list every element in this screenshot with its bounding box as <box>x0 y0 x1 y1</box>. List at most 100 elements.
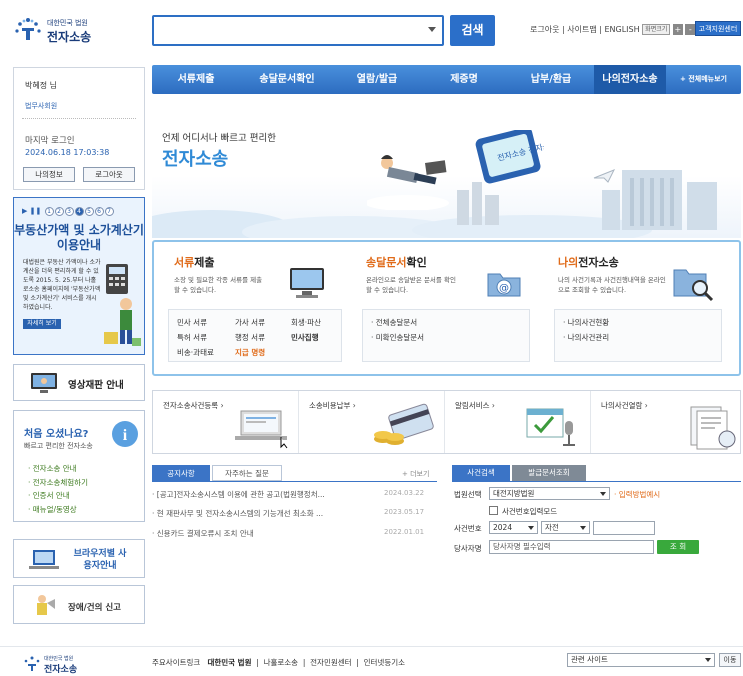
notice-row[interactable]: · 신용카드 결제오류시 조치 안내 2022.01.01 <box>152 528 437 542</box>
notice-title: · 신용카드 결제오류시 조치 안내 <box>152 529 254 538</box>
footer-link-civil[interactable]: 전자민원센터 <box>310 658 351 667</box>
link-certificate-guide[interactable]: 인증서 안내 <box>28 489 88 503</box>
banner-desc: 대법원은 부동산 가액이나 소가 계산을 더욱 편리하게 할 수 있도록 201… <box>23 259 101 311</box>
card-notification[interactable]: 알림서비스 › <box>445 391 591 453</box>
banner-page[interactable]: 5 <box>84 207 94 216</box>
last-login-label: 마지막 로그인 <box>25 136 75 146</box>
nav-item-delivery[interactable]: 송달문서확인 <box>240 65 334 94</box>
filing-civil[interactable]: 민사 서류 <box>177 317 207 328</box>
browser-guide-link[interactable]: 브라우저별 사용자안내 <box>13 539 145 578</box>
footer-link-court[interactable]: 대한민국 법원 <box>207 658 251 667</box>
service-filing[interactable]: 서류제출 소장 및 필요한 각종 서류를 제출할 수 있습니다. <box>174 254 294 295</box>
nav-item-view-issue[interactable]: 열람/발급 <box>334 65 420 94</box>
nav-item-certificate[interactable]: 제증명 <box>420 65 508 94</box>
court-select[interactable]: 대전지방법원 <box>489 487 610 500</box>
banner-page[interactable]: 7 <box>104 207 114 216</box>
banner-page[interactable]: 2 <box>54 207 64 216</box>
top-links: 로그아웃 | 사이트맵 | ENGLISH 화면크기 + - <box>530 24 696 35</box>
link-esuit-guide[interactable]: 전자소송 안내 <box>28 462 88 476</box>
case-number-input[interactable] <box>593 521 655 535</box>
footer-link-registry[interactable]: 인터넷등기소 <box>364 658 405 667</box>
help-center-button[interactable]: 고객지원센터 <box>695 21 741 36</box>
filing-title: 서류제출 <box>174 256 215 269</box>
banner-more-button[interactable]: 자세히 보기 <box>23 319 61 329</box>
input-method-link[interactable]: · 입력방법예시 <box>614 489 660 500</box>
nav-item-filing[interactable]: 서류제출 <box>152 65 240 94</box>
play-icon[interactable]: ▶ <box>22 207 27 215</box>
nav-item-payment[interactable]: 납부/환급 <box>508 65 594 94</box>
banner-page[interactable]: 3 <box>64 207 74 216</box>
search-input[interactable] <box>152 15 444 46</box>
case-number-label: 사건번호 <box>454 524 482 533</box>
service-mine[interactable]: 나의전자소송 나의 사건기록과 사건진행내역을 온라인으로 조회할 수 있습니다… <box>558 254 688 295</box>
case-type-select[interactable]: 자전 <box>541 521 590 534</box>
pause-icon[interactable]: ❚❚ <box>30 207 42 215</box>
chevron-down-icon[interactable] <box>428 27 436 32</box>
chevron-down-icon <box>580 526 586 530</box>
filing-family[interactable]: 가사 서류 <box>235 317 265 328</box>
filing-rehab[interactable]: 회생·파산 <box>291 317 321 328</box>
hero-tagline: 언제 어디서나 빠르고 편리한 <box>162 133 276 144</box>
logout-link[interactable]: 로그아웃 <box>530 25 559 34</box>
card-case-register[interactable]: 전자소송사건등록 › <box>153 391 299 453</box>
svg-text:@: @ <box>499 283 509 294</box>
filing-patent[interactable]: 특허 서류 <box>177 332 207 343</box>
notice-date: 2022.01.01 <box>384 528 425 536</box>
service-cards: 전자소송사건등록 › 소송비용납부 › 알림서비스 › 나의사건열람 › <box>152 390 741 454</box>
logout-button[interactable]: 로그아웃 <box>83 167 135 182</box>
search-button[interactable]: 검색 <box>450 15 495 46</box>
tab-notices[interactable]: 공지사항 <box>152 465 210 481</box>
card-case-view[interactable]: 나의사건열람 › <box>591 391 742 453</box>
year-select[interactable]: 2024 <box>489 521 538 534</box>
filing-desc: 소장 및 필요한 각종 서류를 제출할 수 있습니다. <box>174 276 263 294</box>
delivery-unread[interactable]: · 미확인송달문서 <box>371 332 424 343</box>
banner-page[interactable]: 6 <box>94 207 104 216</box>
filing-payment-order[interactable]: 지급 명령 <box>235 347 265 358</box>
mine-manage[interactable]: · 나의사건관리 <box>563 332 609 343</box>
case-number-mode-checkbox[interactable] <box>489 506 498 515</box>
sitemap-link[interactable]: 사이트맵 <box>567 25 596 34</box>
banner-page-active[interactable]: 4 <box>74 207 84 216</box>
case-search-button[interactable]: 조 회 <box>657 540 699 554</box>
notice-row[interactable]: · [공고]전자소송시스템 이용에 관한 공고(법원행정처... 2024.03… <box>152 489 437 503</box>
mine-status[interactable]: · 나의사건현황 <box>563 317 609 328</box>
english-link[interactable]: ENGLISH <box>604 25 639 34</box>
video-trial-link[interactable]: 영상재판 안내 <box>13 364 145 401</box>
font-size-label: 화면크기 <box>642 24 671 35</box>
font-plus-button[interactable]: + <box>672 24 683 35</box>
chevron-down-icon <box>528 526 534 530</box>
link-esuit-trial[interactable]: 전자소송체험하기 <box>28 476 88 490</box>
calculator-figure-icon <box>104 264 141 346</box>
banner-controls: ▶ ❚❚ 1234567 <box>22 207 114 216</box>
site-logo[interactable]: 대한민국 법원 전자소송 <box>14 14 124 48</box>
tab-case-search[interactable]: 사건검색 <box>452 465 510 481</box>
all-menu-button[interactable]: + 전체메뉴보기 <box>666 65 741 94</box>
font-minus-button[interactable]: - <box>685 24 696 35</box>
hero-banner: 언제 어디서나 빠르고 편리한 전자소송 전자소송 전자소송 <box>152 100 741 238</box>
report-link[interactable]: 장애/건의 신고 <box>13 585 145 624</box>
nav-item-my-esuit[interactable]: 나의전자소송 <box>594 65 666 94</box>
phone-screen-icon: 전자소송 전자소송 <box>475 130 544 184</box>
main-nav: 서류제출 송달문서확인 열람/발급 제증명 납부/환급 나의전자소송 + 전체메… <box>152 65 741 94</box>
tab-faq[interactable]: 자주하는 질문 <box>212 465 282 481</box>
card-fee-payment[interactable]: 소송비용납부 › <box>299 391 445 453</box>
tab-issued-docs[interactable]: 발급문서조회 <box>512 465 586 481</box>
link-manual-video[interactable]: 매뉴얼/동영상 <box>28 503 88 517</box>
my-info-button[interactable]: 나의정보 <box>23 167 75 182</box>
filing-admin[interactable]: 행정 서류 <box>235 332 265 343</box>
promo-banner[interactable]: ▶ ❚❚ 1234567 부동산가액 및 소가계산기 이용안내 대법원은 부동산… <box>13 197 145 355</box>
notice-more-link[interactable]: + 더보기 <box>402 469 429 479</box>
chevron-down-icon <box>705 658 711 662</box>
filing-execution[interactable]: 민사집행 <box>291 332 319 343</box>
related-sites-select[interactable]: 관련 사이트 <box>567 653 715 667</box>
filing-noncontentious[interactable]: 비송·과태료 <box>177 347 214 358</box>
notice-row[interactable]: · 현 재판사무 및 전자소송시스템의 기능개선 최소화 ... 2023.05… <box>152 508 437 522</box>
party-name-input[interactable]: 당사자명 필수입력 <box>489 540 654 554</box>
delivery-all[interactable]: · 전체송달문서 <box>371 317 417 328</box>
service-delivery[interactable]: 송달문서확인 온라인으로 송달받은 문서를 확인 할 수 있습니다. <box>366 254 486 295</box>
footer-logo-sub: 대한민국 법원 <box>44 656 74 662</box>
go-button[interactable]: 이동 <box>719 653 741 667</box>
report-label: 장애/건의 신고 <box>68 603 121 613</box>
footer-link-solo[interactable]: 나홀로소송 <box>264 658 299 667</box>
banner-page[interactable]: 1 <box>44 207 54 216</box>
